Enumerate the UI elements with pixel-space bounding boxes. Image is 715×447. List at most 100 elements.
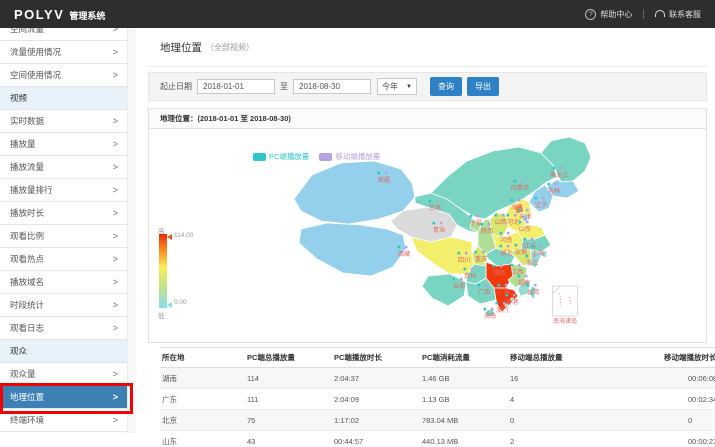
sidebar-item-播放量排行[interactable]: 播放量排行 > (0, 179, 127, 202)
scale-max-handle[interactable] (167, 234, 172, 240)
chevron-right-icon: > (113, 271, 118, 293)
start-date-input[interactable] (197, 79, 275, 94)
pc-marker-黑龙江 (553, 167, 556, 170)
sidebar-item-实时数据[interactable]: 实时数据> (0, 110, 127, 133)
sidebar-item-观看日志[interactable]: 观看日志> (0, 317, 127, 340)
chevron-right-icon: > (113, 202, 118, 224)
sidebar-item-播放量[interactable]: 播放量> (0, 133, 127, 156)
cell: 0 (662, 410, 715, 431)
sidebar-section-视频: 视频 (0, 87, 127, 110)
mobile-marker-重庆 (482, 251, 485, 254)
pc-marker-澳门 (496, 302, 499, 305)
end-date-input[interactable] (293, 79, 371, 94)
sidebar-scrollbar[interactable] (127, 28, 136, 433)
geo-table-wrap: 所在地PC端总播放量PC端播放时长PC端消耗流量移动端总播放量移动端播放时长 湖… (148, 347, 715, 447)
mobile-marker-四川 (465, 252, 468, 255)
cell: 0 (508, 410, 662, 431)
pc-marker-新疆 (378, 172, 381, 175)
mobile-marker-广东 (505, 284, 508, 287)
cell: 1:17:02 (332, 410, 420, 431)
range-select[interactable]: 今年 ▼ (377, 78, 417, 95)
chevron-right-icon: > (113, 156, 118, 178)
mobile-marker-宁夏 (477, 215, 480, 218)
map-label-云南: 云南 (453, 282, 465, 290)
map-label-吉林: 吉林 (548, 187, 560, 195)
chevron-right-icon: > (113, 225, 118, 247)
chevron-right-icon: > (113, 64, 118, 86)
mobile-marker-河北 (514, 214, 517, 217)
sidebar-menu: 空间流量>流量使用情况>空间使用情况>视频实时数据>播放量>播放流量>播放量排行… (0, 18, 127, 432)
mobile-marker-山西 (502, 214, 505, 217)
sidebar-item-label: 播放量排行 (10, 185, 53, 195)
gradient-scale-bar (159, 234, 167, 308)
pc-marker-西藏 (398, 246, 401, 249)
pc-marker-浙江 (526, 255, 529, 258)
sidebar-item-播放流量[interactable]: 播放流量 > (0, 156, 127, 179)
pc-marker-内蒙古 (514, 180, 517, 183)
chevron-right-icon: > (113, 179, 118, 201)
table-row-湖南: 湖南1142:04:371.46 GB1600:06:08 (160, 368, 715, 389)
cell: 湖南 (160, 368, 245, 389)
sidebar-item-label: 流量使用情况 (10, 47, 61, 57)
cell: 4 (508, 389, 662, 410)
range-select-value: 今年 (382, 81, 398, 92)
mobile-marker-香港 (513, 294, 516, 297)
sidebar-item-label: 观看热点 (10, 254, 44, 264)
south-china-sea-inset: 南海诸岛 (553, 286, 578, 325)
map-label-四川: 四川 (458, 257, 470, 264)
mobile-marker-河南 (507, 232, 510, 235)
pc-marker-湖北 (500, 245, 503, 248)
pc-marker-香港 (506, 294, 509, 297)
map-label-新疆: 新疆 (378, 176, 390, 184)
map-label-山西: 山西 (495, 218, 507, 226)
mobile-marker-贵州 (471, 268, 474, 271)
sidebar-item-播放域名[interactable]: 播放域名> (0, 271, 127, 294)
province-西藏[interactable] (299, 223, 406, 276)
table-header-row: 所在地PC端总播放量PC端播放时长PC端消耗流量移动端总播放量移动端播放时长 (160, 348, 715, 368)
page: { "topbar": {"logo": "POLYV", "logo_suff… (0, 0, 715, 445)
topbar-divider: | (642, 9, 645, 20)
inset-label: 南海诸岛 (553, 317, 577, 325)
pc-marker-河北 (507, 214, 510, 217)
headset-icon (655, 10, 665, 17)
sidebar-item-时段统计[interactable]: 时段统计> (0, 294, 127, 317)
scale-min-handle[interactable] (167, 302, 172, 308)
map-label-青海: 青海 (433, 226, 445, 234)
sidebar-item-label: 时段统计 (10, 300, 44, 310)
contact-service-link[interactable]: 联系客服 (669, 9, 701, 20)
chevron-right-icon: > (113, 110, 118, 132)
help-center-link[interactable]: 帮助中心 (600, 9, 632, 20)
mobile-marker-浙江 (533, 255, 536, 258)
province-新疆[interactable] (294, 161, 415, 224)
sidebar-item-空间使用情况[interactable]: 空间使用情况> (0, 64, 127, 87)
mobile-marker-天津 (526, 209, 529, 212)
pc-marker-广东 (498, 284, 501, 287)
polyv-logo: POLYV (14, 7, 64, 22)
map-label-河北: 河北 (507, 218, 520, 226)
mobile-marker-北京 (518, 199, 521, 202)
mobile-marker-湖北 (507, 245, 510, 248)
pc-marker-上海 (532, 245, 535, 248)
page-header: 地理位置 （全部视频） (148, 28, 707, 67)
province-云南[interactable] (422, 274, 466, 306)
mobile-marker-黑龙江 (560, 167, 563, 170)
sidebar-item-播放时长[interactable]: 播放时长> (0, 202, 127, 225)
pc-marker-吉林 (548, 183, 551, 186)
map-label-澳门: 澳门 (496, 306, 508, 314)
sidebar-item-label: 播放流量 (10, 162, 44, 172)
sidebar-item-观看比例[interactable]: 观看比例> (0, 225, 127, 248)
mobile-marker-台湾 (534, 284, 537, 287)
export-button[interactable]: 导出 (467, 77, 499, 96)
sidebar-item-流量使用情况[interactable]: 流量使用情况> (0, 41, 127, 64)
cell: 00:02:34 (662, 389, 715, 410)
sidebar-item-label: 视频 (10, 93, 27, 103)
sidebar-item-观看热点[interactable]: 观看热点> (0, 248, 127, 271)
cell: 北京 (160, 410, 245, 431)
help-icon: ? (585, 9, 596, 20)
query-button[interactable]: 查询 (430, 77, 462, 96)
main-content: 地理位置 （全部视频） 起止日期 至 今年 ▼ 查询 导出 地理位置：(2018… (148, 28, 715, 445)
pc-marker-海南 (484, 308, 487, 311)
geo-data-table: 所在地PC端总播放量PC端播放时长PC端消耗流量移动端总播放量移动端播放时长 湖… (160, 347, 715, 447)
sidebar-item-label: 观看日志 (10, 323, 44, 333)
pc-marker-福建 (518, 275, 521, 278)
